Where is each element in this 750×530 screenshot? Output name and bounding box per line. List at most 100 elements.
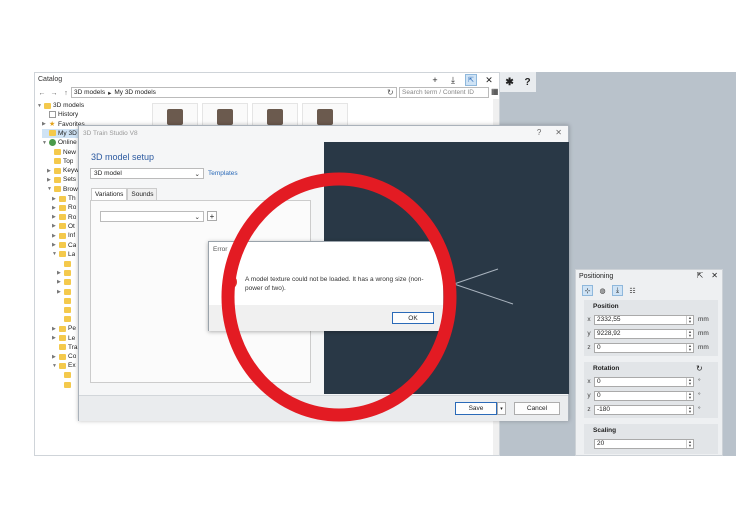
download-icon[interactable]: ⤓	[447, 74, 459, 86]
tree-item[interactable]	[57, 380, 73, 389]
position-z-input[interactable]: 0 ▲ ▼	[594, 342, 694, 353]
save-dropdown-icon[interactable]: ▾	[497, 402, 506, 415]
spinner-arrows-icon[interactable]: ▲ ▼	[686, 329, 693, 338]
tree-item[interactable]: ▼ 3D models	[37, 101, 84, 110]
tree-item[interactable]: ▶	[57, 268, 73, 277]
breadcrumb-item[interactable]: 3D models	[74, 89, 105, 96]
chevron-icon[interactable]: ▶	[52, 242, 57, 248]
chevron-icon[interactable]: ▶	[57, 270, 62, 276]
gear-icon[interactable]: ✱	[505, 77, 513, 88]
tree-item[interactable]: ▼ Online	[42, 138, 77, 147]
spinner-arrows-icon[interactable]: ▲ ▼	[686, 391, 693, 400]
refresh-icon[interactable]: ↻	[387, 88, 394, 97]
tree-item[interactable]	[57, 296, 73, 305]
chevron-icon[interactable]: ▶	[52, 233, 57, 239]
position-x-input[interactable]: 2332,55 ▲ ▼	[594, 314, 694, 325]
rotation-y-input[interactable]: 0 ▲ ▼	[594, 390, 694, 401]
tree-item[interactable]: History	[42, 110, 78, 119]
tree-item[interactable]: ▶ Ro	[52, 213, 76, 222]
save-button[interactable]: Save	[455, 402, 497, 415]
up-arrow-icon[interactable]: ↑	[61, 90, 71, 97]
rotation-x-input[interactable]: 0 ▲ ▼	[594, 376, 694, 387]
breadcrumb-item[interactable]: My 3D models	[114, 89, 156, 96]
chevron-icon[interactable]: ▼	[52, 363, 57, 369]
reset-rotation-icon[interactable]: ↻	[696, 364, 703, 373]
tab-variations[interactable]: Variations	[91, 188, 128, 200]
tree-item[interactable]: ▶ Ot	[52, 222, 75, 231]
tree-item-label: Ro	[68, 204, 77, 212]
variation-select[interactable]: ⌄	[100, 211, 204, 222]
templates-link[interactable]: Templates	[208, 170, 238, 177]
tree-item[interactable]: New	[47, 148, 76, 157]
tree-item-label: Keyw	[63, 167, 79, 175]
tab-sounds[interactable]: Sounds	[127, 188, 158, 200]
tree-item[interactable]: ▶ Co	[52, 352, 76, 361]
help-icon[interactable]: ?	[537, 128, 541, 137]
rotation-y-value: 0	[597, 392, 601, 399]
close-icon[interactable]: ✕	[483, 74, 495, 86]
chevron-icon[interactable]: ▶	[52, 335, 57, 341]
align-icon[interactable]: ☷	[627, 285, 638, 296]
ok-button[interactable]: OK	[392, 312, 434, 324]
add-variation-button[interactable]: +	[207, 211, 217, 221]
chevron-icon[interactable]: ▶	[52, 326, 57, 332]
chevron-icon[interactable]: ▶	[52, 354, 57, 360]
tree-item[interactable]	[57, 315, 73, 324]
tree-item[interactable]: ▶ Ca	[52, 241, 76, 250]
globe-icon[interactable]: ◍	[597, 285, 608, 296]
tree-item[interactable]	[57, 259, 73, 268]
popout-icon[interactable]: ⇱	[465, 74, 477, 86]
cancel-button[interactable]: Cancel	[514, 402, 560, 415]
tree-item[interactable]: ▶ Inf	[52, 231, 75, 240]
chevron-icon[interactable]: ▶	[47, 168, 52, 174]
breadcrumb[interactable]: 3D models ▸ My 3D models	[71, 87, 397, 98]
tree-item[interactable]: Top	[47, 157, 73, 166]
chevron-icon[interactable]: ▼	[52, 251, 57, 257]
tree-item[interactable]: ▶ Ro	[52, 203, 76, 212]
tree-item[interactable]: ▼ La	[52, 250, 75, 259]
chevron-icon[interactable]: ▶	[47, 177, 52, 183]
chevron-icon[interactable]: ▶	[57, 279, 62, 285]
tree-item[interactable]: ▶	[57, 278, 73, 287]
tree-item[interactable]: ▶ Pe	[52, 324, 76, 333]
position-y-input[interactable]: 9228,92 ▲ ▼	[594, 328, 694, 339]
add-icon[interactable]: +	[429, 74, 441, 86]
spinner-arrows-icon[interactable]: ▲ ▼	[686, 343, 693, 352]
chevron-icon[interactable]: ▼	[37, 103, 42, 109]
chevron-icon[interactable]: ▼	[42, 140, 47, 146]
tree-item[interactable]: ▶ Sets	[47, 175, 76, 184]
forward-arrow-icon[interactable]: →	[49, 90, 59, 97]
chevron-icon[interactable]: ▶	[42, 121, 47, 127]
grid-view-icon[interactable]: ▦	[491, 87, 499, 96]
drop-to-ground-icon[interactable]: ⤓	[612, 285, 623, 296]
chevron-icon[interactable]: ▼	[47, 186, 52, 192]
spinner-arrows-icon[interactable]: ▲ ▼	[686, 315, 693, 324]
move-axes-icon[interactable]: ⊹	[582, 285, 593, 296]
close-icon[interactable]: ✕	[711, 271, 718, 280]
spinner-arrows-icon[interactable]: ▲ ▼	[686, 405, 693, 414]
spinner-arrows-icon[interactable]: ▲ ▼	[686, 439, 693, 448]
tree-item[interactable]: Tra	[52, 343, 78, 352]
model-type-select[interactable]: 3D model ⌄	[90, 168, 204, 179]
spinner-arrows-icon[interactable]: ▲ ▼	[686, 377, 693, 386]
scaling-input[interactable]: 20 ▲ ▼	[594, 438, 694, 449]
tree-item[interactable]	[57, 306, 73, 315]
tree-item[interactable]	[57, 371, 73, 380]
popout-icon[interactable]: ⇱	[697, 271, 704, 280]
chevron-icon[interactable]: ▶	[52, 196, 57, 202]
tree-item[interactable]: ▶ Keyw	[47, 166, 79, 175]
rotation-z-input[interactable]: -180 ▲ ▼	[594, 404, 694, 415]
chevron-icon[interactable]: ▶	[52, 223, 57, 229]
back-arrow-icon[interactable]: ←	[37, 90, 47, 97]
close-icon[interactable]: ✕	[555, 128, 562, 137]
tree-item[interactable]: ▼ Ex	[52, 361, 76, 370]
tree-item[interactable]: ▶ Le	[52, 334, 75, 343]
tree-item[interactable]: ▶	[57, 287, 73, 296]
tree-item[interactable]: ▼ Brow	[47, 185, 78, 194]
search-input[interactable]: Search term / Content ID	[399, 87, 489, 98]
help-icon[interactable]: ?	[525, 77, 531, 88]
tree-item[interactable]: ▶ Th	[52, 194, 76, 203]
chevron-icon[interactable]: ▶	[52, 214, 57, 220]
chevron-icon[interactable]: ▶	[52, 205, 57, 211]
chevron-icon[interactable]: ▶	[57, 289, 62, 295]
